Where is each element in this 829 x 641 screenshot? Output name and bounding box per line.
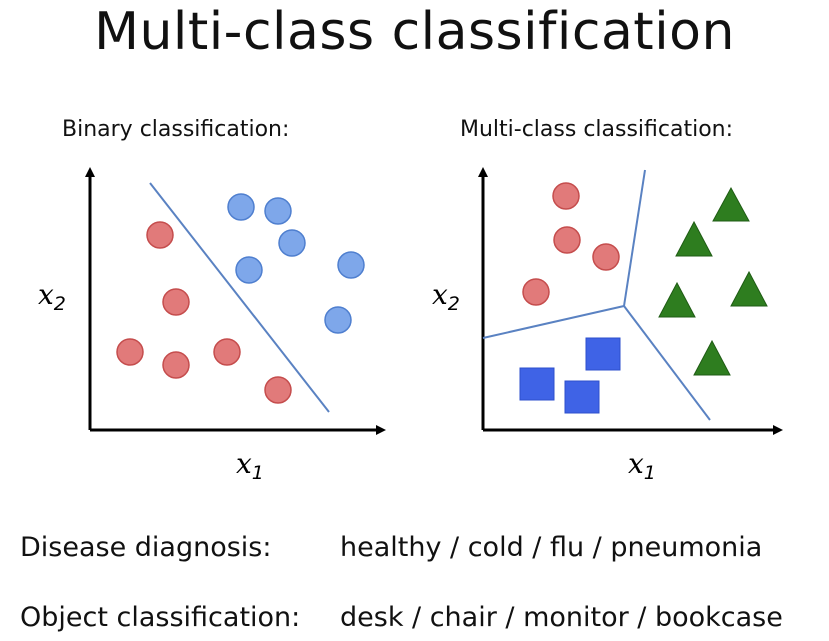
red-point	[592, 243, 620, 271]
boundary-top	[623, 169, 646, 307]
multi-red-class	[522, 182, 620, 306]
binary-y-axis-label: x2	[38, 278, 66, 315]
red-point	[264, 376, 292, 404]
boundary-bottom	[623, 305, 711, 421]
green-triangle	[693, 339, 731, 376]
example-value-disease: healthy / cold / flu / pneumonia	[340, 532, 763, 563]
red-point	[213, 338, 241, 366]
red-point	[553, 226, 581, 254]
red-point	[162, 351, 190, 379]
multi-y-axis-label: x2	[432, 278, 460, 315]
binary-panel: x2 x1	[38, 167, 386, 484]
example-value-object: desk / chair / monitor / bookcase	[340, 602, 783, 633]
blue-point	[324, 306, 352, 334]
green-triangle	[730, 270, 768, 307]
blue-point	[235, 256, 263, 284]
binary-blue-class	[227, 193, 365, 334]
multi-square-class	[519, 337, 621, 414]
green-triangle	[675, 220, 713, 257]
green-triangle	[712, 186, 750, 222]
blue-square	[585, 337, 621, 371]
blue-square	[519, 367, 555, 401]
multi-green-class	[658, 186, 768, 376]
boundary-left	[482, 305, 625, 339]
blue-point	[264, 197, 292, 225]
example-label-object: Object classification:	[20, 602, 301, 633]
multiclass-panel: x2 x1	[432, 167, 783, 484]
blue-point	[278, 229, 306, 257]
red-point	[116, 338, 144, 366]
red-point	[146, 221, 174, 249]
red-point	[552, 182, 580, 210]
green-triangle	[658, 281, 696, 318]
red-point	[162, 288, 190, 316]
blue-point	[337, 251, 365, 279]
multi-x-axis-label: x1	[628, 447, 656, 484]
example-label-disease: Disease diagnosis:	[20, 532, 272, 563]
blue-square	[564, 380, 600, 414]
blue-point	[227, 193, 255, 221]
red-point	[522, 278, 550, 306]
binary-x-axis-label: x1	[236, 447, 264, 484]
binary-red-class	[116, 221, 292, 404]
